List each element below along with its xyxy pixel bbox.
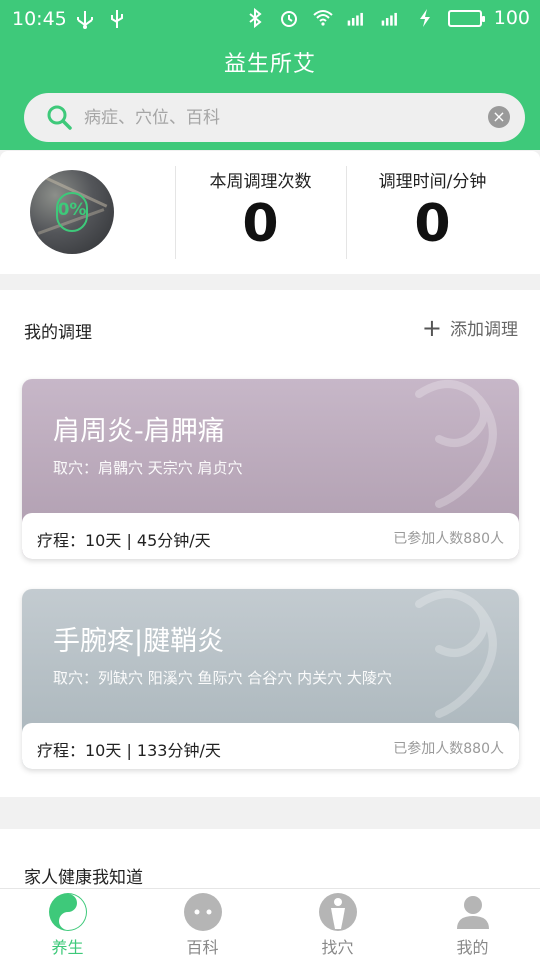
stats-panel: 0% 本周调理次数 0 调理时间/分钟 0: [0, 151, 540, 274]
minutes-value: 0: [414, 194, 451, 254]
card-course: 疗程：10天 | 133分钟/天: [37, 741, 221, 760]
tab-label: 百科: [186, 938, 219, 957]
yin-yang-icon: [48, 893, 87, 931]
progress-avatar[interactable]: 0%: [30, 170, 114, 254]
signal-icon: [381, 12, 397, 26]
status-bar: 10:45 100: [0, 0, 540, 38]
tab-find-acupoint[interactable]: 找穴: [270, 893, 405, 958]
chat-bubble-icon: [183, 893, 222, 931]
plus-icon: +: [421, 313, 442, 342]
charging-icon: [419, 9, 430, 27]
card-footer: 疗程：10天 | 133分钟/天 已参加人数880人: [22, 723, 519, 769]
progress-percent: 0%: [57, 200, 87, 220]
card-participants: 已参加人数880人: [393, 531, 504, 547]
alarm-icon: [280, 11, 297, 27]
search-bar[interactable]: ×: [24, 93, 525, 142]
person-icon: [454, 893, 492, 931]
card-acupoints: 取穴：肩髃穴 天宗穴 肩贞穴: [53, 459, 243, 477]
status-time: 10:45: [12, 8, 67, 30]
status-system-icons: 100: [244, 7, 530, 29]
tab-mine[interactable]: 我的: [405, 893, 540, 958]
weekly-count-value: 0: [242, 194, 279, 254]
weekly-count-stat: 本周调理次数 0: [175, 167, 346, 254]
page-title: 益生所艾: [223, 52, 316, 77]
minutes-label: 调理时间/分钟: [378, 172, 487, 192]
tab-encyclopedia[interactable]: 百科: [135, 893, 270, 958]
card-title: 手腕疼|腱鞘炎: [53, 626, 225, 657]
section-title: 家人健康我知道: [24, 868, 143, 888]
regimen-card[interactable]: 手腕疼|腱鞘炎 取穴：列缺穴 阳溪穴 鱼际穴 合谷穴 内关穴 大陵穴 疗程：10…: [22, 589, 519, 769]
tab-label: 养生: [51, 938, 84, 957]
swirl-decoration-icon: [415, 590, 497, 718]
card-title: 肩周炎-肩胛痛: [53, 416, 225, 447]
battery-percent: 100: [493, 7, 530, 29]
weekly-count-label: 本周调理次数: [209, 172, 312, 192]
card-footer: 疗程：10天 | 45分钟/天 已参加人数880人: [22, 513, 519, 559]
search-icon: [47, 105, 72, 130]
minutes-stat: 调理时间/分钟 0: [347, 167, 518, 254]
card-course: 疗程：10天 | 45分钟/天: [37, 531, 211, 550]
my-regimen-section: 我的调理 + 添加调理 肩周炎-肩胛痛 取穴：肩髃穴 天宗穴 肩贞穴 疗程：10…: [0, 290, 540, 797]
tab-label: 我的: [456, 938, 489, 957]
bottom-tab-bar: 养生 百科 找穴 我的: [0, 888, 540, 960]
tab-health[interactable]: 养生: [0, 893, 135, 958]
clear-search-icon[interactable]: ×: [488, 106, 510, 128]
section-title: 我的调理: [24, 323, 92, 343]
card-acupoints: 取穴：列缺穴 阳溪穴 鱼际穴 合谷穴 内关穴 大陵穴: [53, 669, 392, 687]
swirl-decoration-icon: [415, 380, 497, 508]
usb-share-icon: [77, 11, 93, 29]
body-figure-icon: [318, 893, 357, 931]
search-input[interactable]: [84, 93, 484, 142]
wifi-icon: [313, 10, 333, 26]
app-header: 10:45 100 益生所艾 ×: [0, 0, 540, 150]
signal-4g-icon: [347, 12, 363, 26]
usb-icon: [111, 10, 123, 28]
status-notification-icons: [74, 8, 128, 30]
tab-label: 找穴: [321, 938, 354, 957]
add-regimen-label: 添加调理: [450, 320, 518, 340]
card-participants: 已参加人数880人: [393, 741, 504, 757]
regimen-card[interactable]: 肩周炎-肩胛痛 取穴：肩髃穴 天宗穴 肩贞穴 疗程：10天 | 45分钟/天 已…: [22, 379, 519, 559]
battery-icon: [447, 9, 485, 27]
add-regimen-button[interactable]: + 添加调理: [421, 313, 518, 342]
bluetooth-icon: [249, 7, 262, 29]
